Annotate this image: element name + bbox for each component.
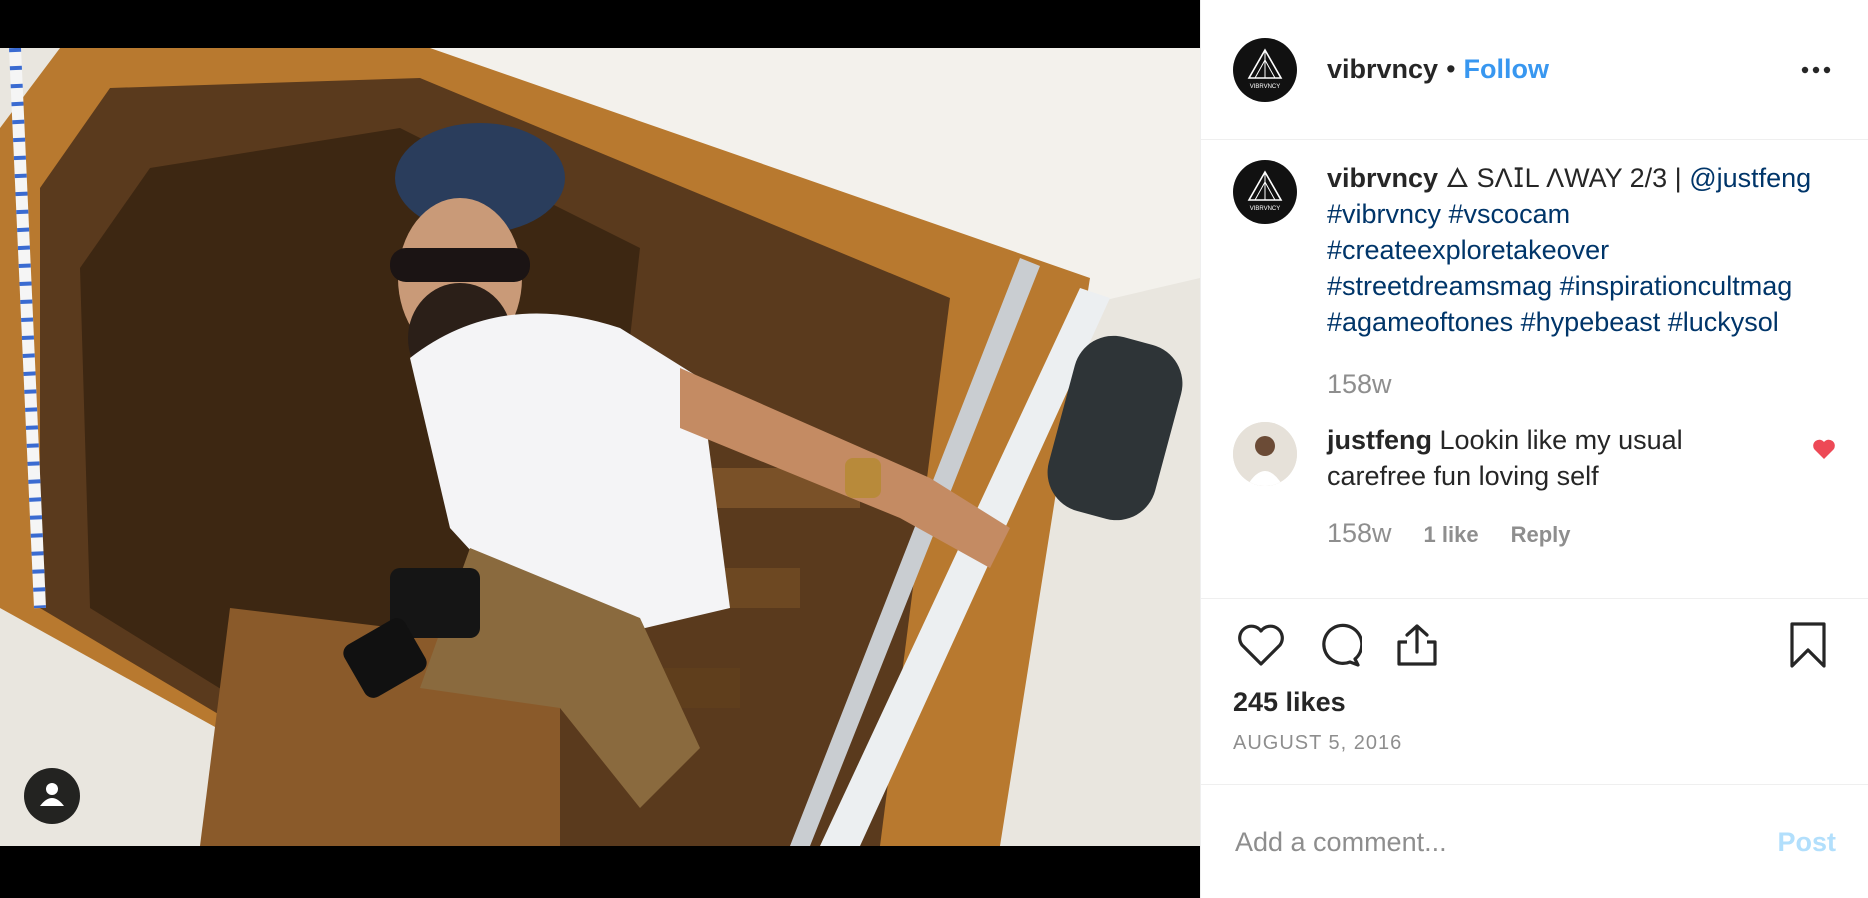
header-names: vibrvncy • Follow bbox=[1327, 54, 1549, 85]
vibrvncy-logo-icon: VIBRVNCY bbox=[1247, 47, 1283, 90]
author-avatar[interactable]: VIBRVNCY bbox=[1233, 37, 1297, 102]
tagged-user-button[interactable] bbox=[24, 768, 80, 824]
comment-timestamp[interactable]: 158w bbox=[1327, 518, 1392, 549]
more-options-button[interactable] bbox=[1796, 50, 1836, 90]
caption-avatar[interactable]: VIBRVNCY bbox=[1233, 160, 1297, 224]
comment-item: justfeng Lookin like my usual carefree f… bbox=[1233, 422, 1836, 494]
comment-reply-button[interactable]: Reply bbox=[1511, 522, 1571, 548]
save-button[interactable] bbox=[1780, 619, 1836, 675]
caption-username[interactable]: vibrvncy bbox=[1327, 163, 1438, 193]
share-icon bbox=[1395, 622, 1439, 673]
post-actions: 245 likes AUGUST 5, 2016 bbox=[1201, 598, 1868, 785]
heart-icon bbox=[1237, 623, 1285, 672]
caption: VIBRVNCY vibrvncy 🜂 SΛ𐌆L ΛWAY 2/3 | @jus… bbox=[1233, 160, 1836, 402]
bookmark-icon bbox=[1788, 620, 1828, 675]
like-button[interactable] bbox=[1233, 619, 1289, 675]
commenter-avatar[interactable] bbox=[1233, 422, 1297, 486]
action-icons bbox=[1233, 619, 1836, 675]
post-date[interactable]: AUGUST 5, 2016 bbox=[1233, 732, 1836, 755]
follow-button[interactable]: Follow bbox=[1464, 54, 1549, 85]
comment-input[interactable] bbox=[1233, 825, 1778, 859]
commenter-photo bbox=[1233, 422, 1297, 486]
user-icon bbox=[39, 781, 65, 812]
comments-section: VIBRVNCY vibrvncy 🜂 SΛ𐌆L ΛWAY 2/3 | @jus… bbox=[1201, 140, 1868, 598]
svg-text:VIBRVNCY: VIBRVNCY bbox=[1250, 206, 1281, 212]
like-count[interactable]: 245 likes bbox=[1233, 687, 1836, 718]
svg-text:VIBRVNCY: VIBRVNCY bbox=[1250, 84, 1281, 90]
add-comment-bar: Post bbox=[1201, 786, 1868, 898]
post-comment-button[interactable]: Post bbox=[1777, 827, 1836, 858]
comment-like-heart-icon[interactable] bbox=[1812, 438, 1836, 465]
comment-body: justfeng Lookin like my usual carefree f… bbox=[1327, 422, 1747, 494]
post-side-panel: VIBRVNCY vibrvncy • Follow VIBRVNCY vibr… bbox=[1200, 0, 1868, 898]
separator-dot: • bbox=[1446, 54, 1456, 84]
comment-like-count[interactable]: 1 like bbox=[1424, 522, 1479, 548]
caption-timestamp[interactable]: 158w bbox=[1327, 366, 1836, 402]
photo-illustration bbox=[0, 48, 1200, 846]
post-header: VIBRVNCY vibrvncy • Follow bbox=[1201, 0, 1868, 140]
comment-button[interactable] bbox=[1311, 619, 1367, 675]
more-horizontal-icon bbox=[1801, 61, 1831, 79]
share-button[interactable] bbox=[1389, 619, 1445, 675]
post-photo[interactable] bbox=[0, 48, 1200, 846]
author-username[interactable]: vibrvncy bbox=[1327, 54, 1438, 85]
commenter-username[interactable]: justfeng bbox=[1327, 425, 1432, 455]
caption-text: 🜂 SΛ𐌆L ΛWAY 2/3 | bbox=[1445, 163, 1682, 193]
comment-meta: 158w 1 like Reply bbox=[1327, 518, 1836, 549]
post-media bbox=[0, 0, 1200, 898]
comment-icon bbox=[1316, 622, 1364, 673]
caption-body: vibrvncy 🜂 SΛ𐌆L ΛWAY 2/3 | @justfeng #vi… bbox=[1327, 160, 1836, 402]
vibrvncy-logo-icon: VIBRVNCY bbox=[1247, 170, 1283, 212]
